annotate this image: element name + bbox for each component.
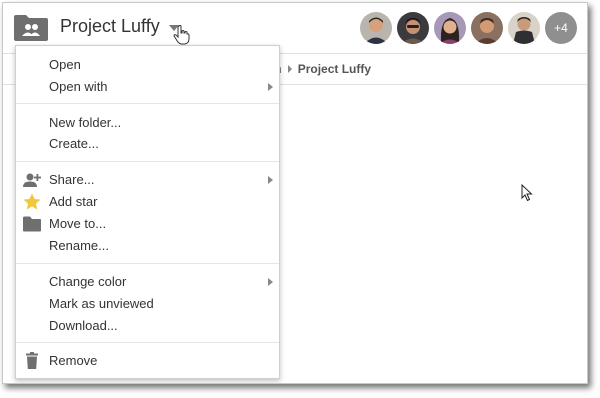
avatar[interactable] <box>397 12 429 44</box>
submenu-arrow-icon <box>268 278 273 286</box>
submenu-arrow-icon <box>268 83 273 91</box>
menu-item-change-color[interactable]: Change color <box>16 272 279 292</box>
submenu-arrow-icon <box>268 176 273 184</box>
menu-item-open[interactable]: Open <box>16 55 279 75</box>
avatar[interactable] <box>508 12 540 44</box>
menu-item-open-with[interactable]: Open with <box>16 77 279 97</box>
collaborator-avatars: +4 <box>360 12 577 44</box>
menu-item-label: Rename... <box>49 238 109 253</box>
menu-item-label: Open <box>49 57 81 72</box>
menu-item-mark-unviewed[interactable]: Mark as unviewed <box>16 294 279 314</box>
menu-item-add-star[interactable]: Add star <box>16 192 279 212</box>
star-icon <box>23 193 41 210</box>
menu-item-rename[interactable]: Rename... <box>16 236 279 256</box>
menu-divider <box>16 103 279 104</box>
menu-divider <box>16 263 279 264</box>
menu-item-label: Create... <box>49 136 99 151</box>
avatar[interactable] <box>471 12 503 44</box>
menu-item-remove[interactable]: Remove <box>16 351 279 371</box>
menu-divider <box>16 342 279 343</box>
add-person-icon <box>23 173 41 187</box>
menu-item-label: Mark as unviewed <box>49 296 154 311</box>
mouse-pointer-icon <box>521 184 533 202</box>
menu-item-share[interactable]: Share... <box>16 170 279 190</box>
menu-item-create[interactable]: Create... <box>16 134 279 154</box>
menu-item-label: Add star <box>49 194 98 209</box>
menu-item-new-folder[interactable]: New folder... <box>16 113 279 133</box>
avatar[interactable] <box>360 12 392 44</box>
breadcrumb-separator-icon <box>287 65 292 73</box>
menu-item-label: New folder... <box>49 115 122 130</box>
breadcrumb-current: Project Luffy <box>297 62 372 76</box>
menu-item-label: Remove <box>49 353 98 368</box>
drive-window: Project Luffy +4 Project Luffy Open Open… <box>2 2 588 384</box>
menu-divider <box>16 161 279 162</box>
menu-item-label: Download... <box>49 318 118 333</box>
breadcrumb: ch Project Luffy <box>269 62 371 76</box>
menu-item-label: Share... <box>49 172 95 187</box>
shared-folder-icon[interactable] <box>13 14 49 42</box>
folder-context-menu: Open Open with New folder... Create... S… <box>15 45 280 379</box>
menu-item-download[interactable]: Download... <box>16 316 279 336</box>
menu-item-move-to[interactable]: Move to... <box>16 214 279 234</box>
avatar[interactable] <box>434 12 466 44</box>
menu-item-label: Open with <box>49 79 108 94</box>
folder-icon <box>23 216 41 232</box>
folder-title[interactable]: Project Luffy <box>60 16 160 37</box>
trash-icon <box>26 352 38 369</box>
menu-item-label: Move to... <box>49 216 107 231</box>
more-collaborators-badge[interactable]: +4 <box>545 12 577 44</box>
hand-cursor-icon <box>173 25 190 45</box>
menu-item-label: Change color <box>49 274 127 289</box>
